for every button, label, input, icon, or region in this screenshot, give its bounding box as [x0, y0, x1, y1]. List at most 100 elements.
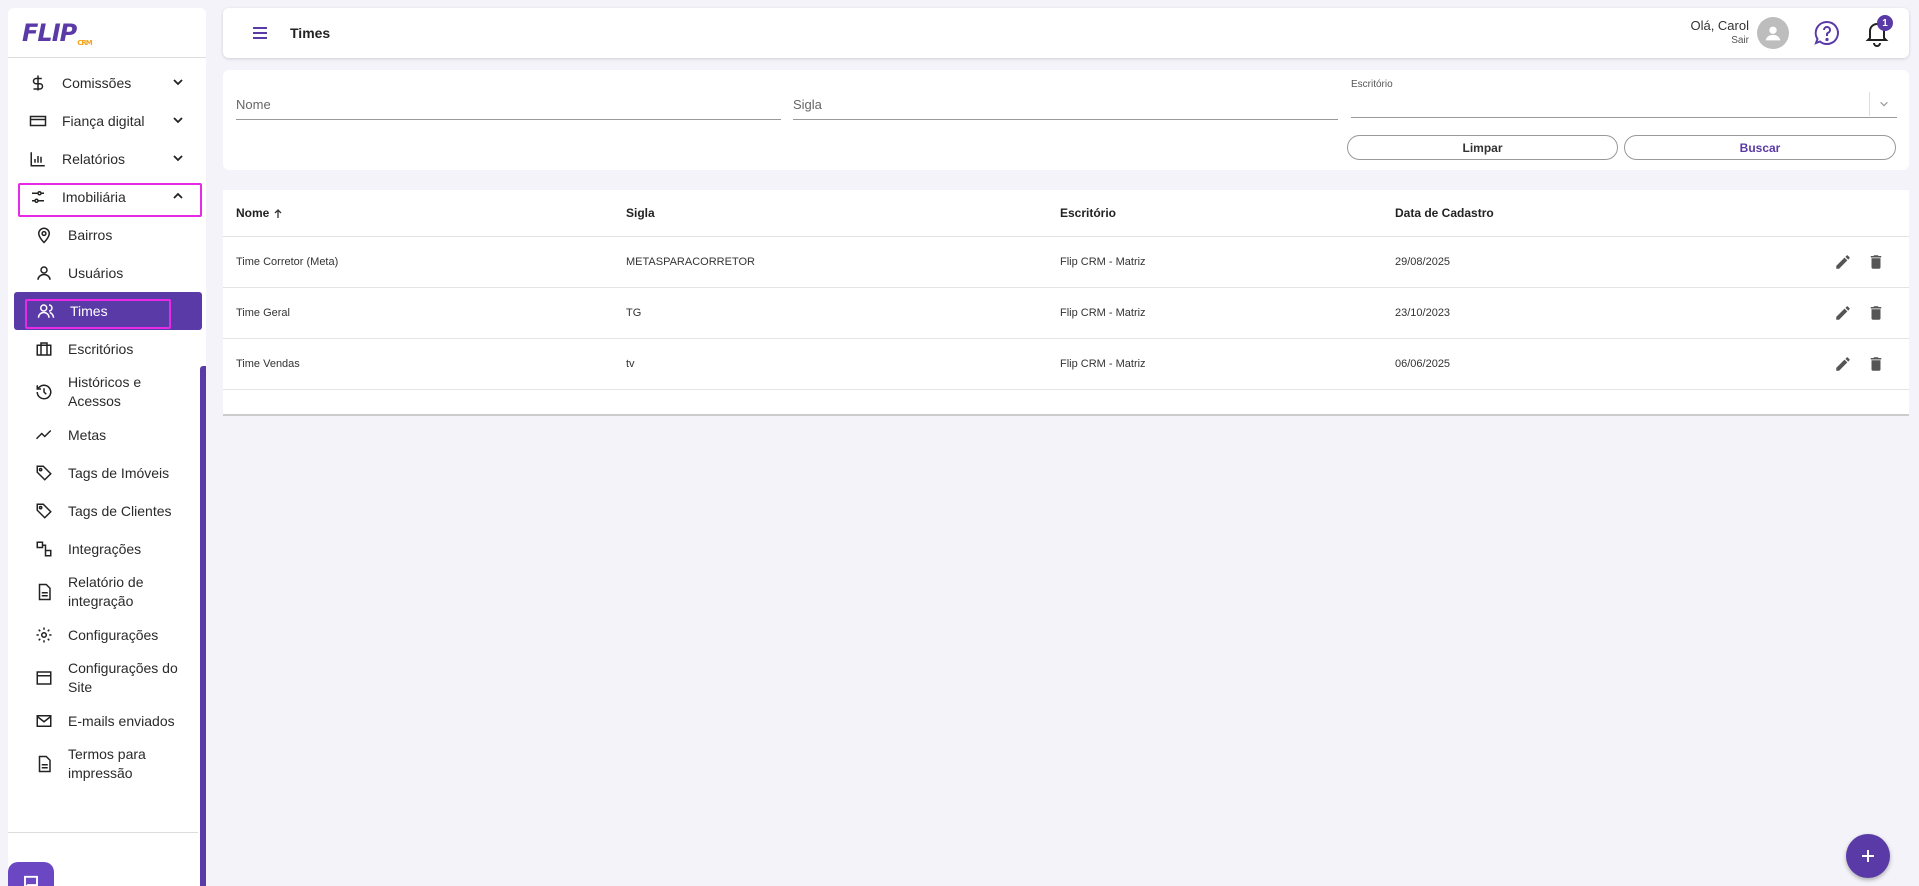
column-header-name[interactable]: Nome	[223, 190, 613, 237]
sidebar-item-bairros[interactable]: Bairros	[8, 216, 206, 254]
divider	[8, 832, 198, 833]
table-row: Time Vendas tv Flip CRM - Matriz 06/06/2…	[223, 338, 1909, 390]
chat-icon	[24, 875, 38, 886]
edit-icon[interactable]	[1834, 253, 1852, 271]
chevron-down-icon	[173, 117, 183, 124]
dollar-icon	[28, 73, 48, 93]
history-icon	[34, 382, 54, 402]
sidebar-item-label: Escritórios	[68, 341, 134, 357]
edit-icon[interactable]	[1834, 355, 1852, 373]
delete-icon[interactable]	[1867, 355, 1885, 373]
sidebar-item-imobiliaria[interactable]: Imobiliária	[8, 178, 206, 216]
sidebar-item-label: Fiança digital	[62, 113, 145, 129]
delete-icon[interactable]	[1867, 304, 1885, 322]
name-filter-field	[236, 89, 781, 120]
clear-button[interactable]: Limpar	[1347, 135, 1618, 160]
avatar[interactable]	[1757, 17, 1789, 49]
hamburger-menu-icon[interactable]	[251, 24, 269, 42]
sidebar-item-label: Configurações do Site	[68, 660, 178, 695]
user-greeting: Olá, Carol Sair	[1690, 18, 1749, 46]
sidebar-item-relatorios[interactable]: Relatórios	[8, 140, 206, 178]
sidebar-item-label: Tags de Imóveis	[68, 465, 170, 481]
sidebar-item-tags-imoveis[interactable]: Tags de Imóveis	[8, 454, 206, 492]
user-icon	[1765, 26, 1781, 41]
sidebar-item-tags-clientes[interactable]: Tags de Clientes	[8, 492, 206, 530]
sidebar-item-label: Configurações	[68, 627, 159, 643]
sidebar-item-usuarios[interactable]: Usuários	[8, 254, 206, 292]
sidebar-item-fianca[interactable]: Fiança digital	[8, 102, 206, 140]
logo[interactable]: FLIPCRM	[8, 8, 206, 58]
chat-button[interactable]	[8, 862, 54, 886]
cell-code: tv	[613, 338, 1047, 390]
map-pin-icon	[34, 225, 54, 245]
sidebar-item-label: Times	[70, 303, 108, 319]
trending-up-icon	[34, 425, 54, 445]
bar-chart-icon	[28, 149, 48, 169]
cell-name: Time Vendas	[223, 338, 613, 390]
greeting-text: Olá, Carol	[1690, 18, 1749, 33]
office-filter-label: Escritório	[1351, 79, 1393, 90]
sort-arrow-up-icon	[274, 208, 282, 218]
cell-date: 29/08/2025	[1382, 236, 1782, 288]
sidebar: FLIPCRM Comissões Fiança digital Relatór…	[8, 8, 206, 886]
sidebar-scrollbar[interactable]	[200, 366, 206, 886]
office-filter-select[interactable]	[1351, 92, 1897, 118]
sidebar-item-relatorio-integracao[interactable]: Relatório de integração	[8, 568, 206, 616]
teams-table: Nome Sigla Escritório Data de Cadastro T…	[223, 190, 1909, 390]
teams-table-card: Nome Sigla Escritório Data de Cadastro T…	[223, 190, 1909, 416]
sidebar-item-label: Relatório de integração	[68, 574, 144, 609]
table-row: Time Corretor (Meta) METASPARACORRETOR F…	[223, 236, 1909, 288]
name-filter-input[interactable]	[236, 89, 781, 119]
mail-icon	[34, 711, 54, 731]
column-header-office[interactable]: Escritório	[1047, 190, 1382, 237]
sidebar-item-configuracoes-site[interactable]: Configurações do Site	[8, 654, 206, 702]
sidebar-item-termos[interactable]: Termos para impressão	[8, 740, 206, 788]
column-header-code[interactable]: Sigla	[613, 190, 1047, 237]
logout-link[interactable]: Sair	[1690, 35, 1749, 46]
search-button[interactable]: Buscar	[1624, 135, 1896, 160]
delete-icon[interactable]	[1867, 253, 1885, 271]
sidebar-item-label: Metas	[68, 427, 107, 443]
sidebar-item-label: Bairros	[68, 227, 113, 243]
briefcase-icon	[34, 339, 54, 359]
sidebar-item-integracoes[interactable]: Integrações	[8, 530, 206, 568]
sidebar-item-label: Comissões	[62, 75, 132, 91]
chevron-down-icon	[1869, 92, 1897, 116]
cell-actions	[1782, 287, 1909, 339]
plus-icon	[1862, 850, 1874, 862]
sidebar-item-comissoes[interactable]: Comissões	[8, 64, 206, 102]
sidebar-item-metas[interactable]: Metas	[8, 416, 206, 454]
sidebar-item-times[interactable]: Times	[14, 292, 202, 330]
gear-icon	[34, 625, 54, 645]
sidebar-item-emails[interactable]: E-mails enviados	[8, 702, 206, 740]
sidebar-item-escritorios[interactable]: Escritórios	[8, 330, 206, 368]
sidebar-item-label: Imobiliária	[62, 189, 126, 205]
cell-actions	[1782, 236, 1909, 288]
cell-name: Time Corretor (Meta)	[223, 236, 613, 288]
chevron-down-icon	[173, 155, 183, 162]
sidebar-item-historicos[interactable]: Históricos e Acessos	[8, 368, 206, 416]
edit-icon[interactable]	[1834, 304, 1852, 322]
column-header-date[interactable]: Data de Cadastro	[1382, 190, 1782, 237]
help-icon[interactable]	[1813, 19, 1841, 47]
cell-code: METASPARACORRETOR	[613, 236, 1047, 288]
sidebar-item-label: Tags de Clientes	[68, 503, 172, 519]
sidebar-item-configuracoes[interactable]: Configurações	[8, 616, 206, 654]
cell-date: 23/10/2023	[1382, 287, 1782, 339]
file-icon	[34, 582, 54, 602]
sidebar-item-label: Integrações	[68, 541, 142, 557]
sidebar-item-label: Usuários	[68, 265, 124, 281]
page-title: Times	[290, 25, 331, 41]
add-team-button[interactable]	[1846, 834, 1890, 878]
table-row: Time Geral TG Flip CRM - Matriz 23/10/20…	[223, 287, 1909, 339]
tag-icon	[34, 501, 54, 521]
cell-code: TG	[613, 287, 1047, 339]
code-filter-input[interactable]	[793, 89, 1338, 119]
sliders-icon	[28, 187, 48, 207]
credit-card-icon	[28, 111, 48, 131]
browser-icon	[34, 668, 54, 688]
chevron-up-icon	[173, 192, 183, 199]
sidebar-nav: Comissões Fiança digital Relatórios Imob…	[8, 58, 206, 788]
column-header-actions	[1782, 190, 1909, 237]
users-icon	[36, 301, 56, 321]
